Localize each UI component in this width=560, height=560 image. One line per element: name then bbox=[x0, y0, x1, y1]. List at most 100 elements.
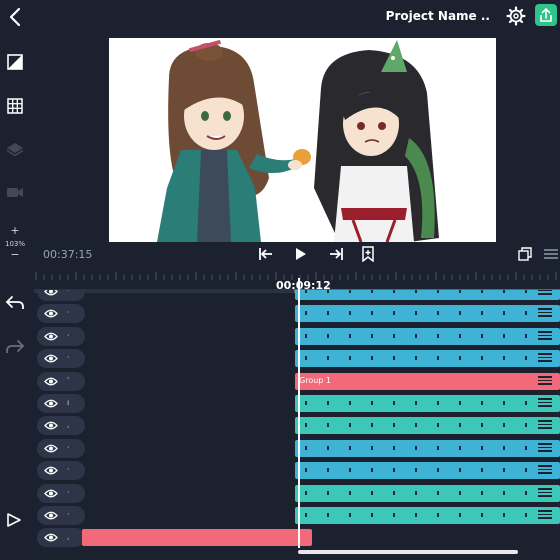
frame-marker bbox=[305, 311, 307, 315]
back-button[interactable] bbox=[6, 6, 26, 28]
drag-handle-icon[interactable] bbox=[538, 351, 552, 365]
frame-markers bbox=[305, 356, 527, 360]
eye-icon[interactable] bbox=[44, 290, 58, 297]
drag-handle-icon[interactable] bbox=[538, 463, 552, 477]
frame-marker bbox=[525, 491, 527, 495]
zoom-in-button[interactable]: + bbox=[0, 224, 30, 237]
frame-marker bbox=[503, 423, 505, 427]
eye-icon[interactable] bbox=[44, 488, 58, 499]
layer-header[interactable]: ˌ bbox=[37, 416, 85, 435]
frame-marker bbox=[349, 468, 351, 472]
layer-header[interactable]: · bbox=[37, 439, 85, 458]
skip-to-end-button[interactable] bbox=[327, 246, 345, 262]
layer-header[interactable]: · bbox=[37, 327, 85, 346]
frame-marker bbox=[459, 334, 461, 338]
track-row: ˈ Group 1 bbox=[34, 372, 560, 391]
drag-handle-icon[interactable] bbox=[538, 290, 552, 298]
frame-marker bbox=[459, 311, 461, 315]
frame-marker bbox=[371, 356, 373, 360]
frame-marker bbox=[305, 446, 307, 450]
frame-marker bbox=[393, 401, 395, 405]
track-clip[interactable] bbox=[295, 350, 560, 367]
drag-handle-icon[interactable] bbox=[538, 508, 552, 522]
export-button[interactable] bbox=[535, 4, 557, 26]
track-clip[interactable] bbox=[295, 462, 560, 479]
layers-tool-button[interactable] bbox=[5, 139, 25, 159]
track-clip[interactable] bbox=[295, 507, 560, 524]
eye-icon[interactable] bbox=[44, 398, 58, 409]
track-clip[interactable] bbox=[295, 440, 560, 457]
eye-icon[interactable] bbox=[44, 465, 58, 476]
play-button[interactable] bbox=[291, 246, 309, 262]
animation-canvas[interactable] bbox=[109, 38, 496, 242]
frame-marker bbox=[503, 334, 505, 338]
frame-marker bbox=[349, 356, 351, 360]
eye-icon[interactable] bbox=[44, 308, 58, 319]
layer-header[interactable]: · bbox=[37, 304, 85, 323]
frame-marker bbox=[305, 401, 307, 405]
timeline-tracks: · · · · ˈ Group 1 ı ˌ · · · · ˌ bbox=[34, 290, 560, 548]
track-clip[interactable] bbox=[82, 529, 312, 546]
copy-button[interactable] bbox=[517, 246, 533, 262]
frame-marker bbox=[327, 334, 329, 338]
track-clip[interactable] bbox=[295, 328, 560, 345]
drag-handle-icon[interactable] bbox=[538, 374, 552, 388]
project-title[interactable]: Project Name .. bbox=[386, 9, 490, 23]
drag-handle-icon[interactable] bbox=[538, 396, 552, 410]
gear-icon bbox=[506, 6, 526, 26]
track-row: · bbox=[34, 461, 560, 480]
frame-marker bbox=[349, 491, 351, 495]
eye-icon[interactable] bbox=[44, 510, 58, 521]
frame-marker bbox=[393, 334, 395, 338]
frame-marker bbox=[393, 468, 395, 472]
frame-marker bbox=[481, 311, 483, 315]
layer-header[interactable]: · bbox=[37, 484, 85, 503]
track-clip[interactable]: Group 1 bbox=[295, 373, 560, 390]
layer-header[interactable]: ˈ bbox=[37, 372, 85, 391]
track-clip[interactable] bbox=[295, 485, 560, 502]
frame-marker bbox=[525, 446, 527, 450]
layer-header[interactable]: · bbox=[37, 461, 85, 480]
frame-marker bbox=[481, 356, 483, 360]
eye-icon[interactable] bbox=[44, 376, 58, 387]
drag-handle-icon[interactable] bbox=[538, 329, 552, 343]
playhead[interactable] bbox=[298, 278, 300, 548]
track-row: · bbox=[34, 290, 560, 301]
layer-header[interactable]: · bbox=[37, 349, 85, 368]
layer-header[interactable]: ı bbox=[37, 394, 85, 413]
skip-to-start-button[interactable] bbox=[257, 246, 275, 262]
track-clip[interactable] bbox=[295, 395, 560, 412]
eye-icon[interactable] bbox=[44, 420, 58, 431]
add-keyframe-button[interactable] bbox=[359, 246, 377, 263]
track-clip[interactable] bbox=[295, 417, 560, 434]
frame-marker bbox=[481, 491, 483, 495]
zoom-out-button[interactable]: − bbox=[0, 248, 30, 261]
redo-button[interactable] bbox=[5, 338, 25, 356]
settings-button[interactable] bbox=[506, 6, 526, 26]
undo-button[interactable] bbox=[5, 294, 25, 312]
drag-handle-icon[interactable] bbox=[538, 418, 552, 432]
frame-marker bbox=[349, 311, 351, 315]
drag-handle-icon[interactable] bbox=[538, 441, 552, 455]
eye-icon[interactable] bbox=[44, 443, 58, 454]
share-icon bbox=[540, 7, 552, 22]
frame-tool-button[interactable] bbox=[5, 52, 25, 72]
top-bar: Project Name .. bbox=[0, 0, 560, 34]
frame-marker bbox=[393, 446, 395, 450]
timeline-menu-button[interactable] bbox=[543, 246, 559, 262]
camera-tool-button[interactable] bbox=[5, 182, 25, 202]
frame-marker bbox=[349, 446, 351, 450]
layer-header[interactable]: · bbox=[37, 290, 85, 301]
eye-icon[interactable] bbox=[44, 532, 58, 543]
drag-handle-icon[interactable] bbox=[538, 486, 552, 500]
track-clip[interactable] bbox=[295, 305, 560, 322]
grid-tool-button[interactable] bbox=[5, 96, 25, 116]
eye-icon[interactable] bbox=[44, 331, 58, 342]
play-sequence-button[interactable] bbox=[5, 511, 23, 529]
drag-handle-icon[interactable] bbox=[538, 306, 552, 320]
layer-header[interactable]: · bbox=[37, 506, 85, 525]
track-clip[interactable] bbox=[295, 290, 560, 300]
layer-header[interactable]: ˌ bbox=[37, 528, 85, 547]
timeline-ruler[interactable] bbox=[34, 266, 560, 280]
eye-icon[interactable] bbox=[44, 353, 58, 364]
